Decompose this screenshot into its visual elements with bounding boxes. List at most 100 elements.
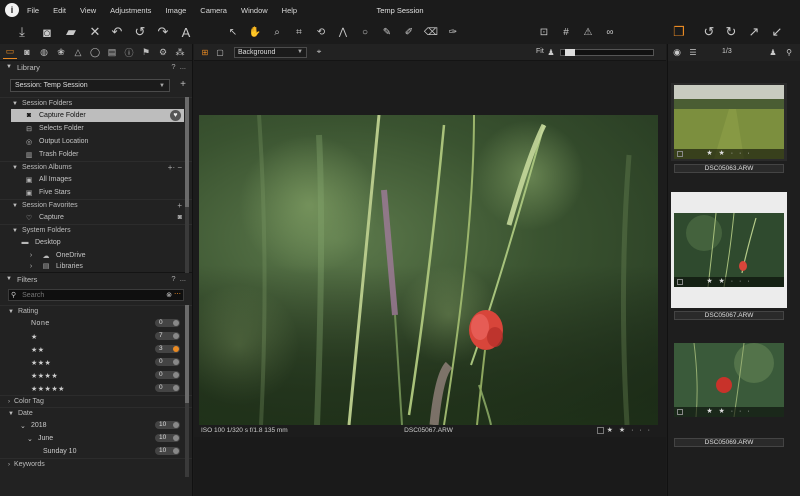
metadata-tab-icon[interactable]: ⓘ bbox=[122, 46, 136, 59]
onedrive-item[interactable]: › ☁ OneDrive bbox=[0, 249, 192, 262]
rotate-left-icon[interactable]: ↺ bbox=[700, 23, 718, 41]
filters-header-actions[interactable]: ? ... bbox=[171, 274, 186, 283]
menu-view[interactable]: View bbox=[80, 6, 96, 15]
help-button[interactable]: ? bbox=[171, 274, 175, 283]
menu-image[interactable]: Image bbox=[165, 6, 186, 15]
favorite-heart-icon[interactable]: ♥ bbox=[170, 110, 181, 121]
glasses-icon[interactable]: ∞ bbox=[601, 23, 619, 41]
gradient-icon[interactable]: ✑ bbox=[444, 23, 462, 41]
undo-icon[interactable]: ↶ bbox=[108, 23, 126, 41]
menu-edit[interactable]: Edit bbox=[53, 6, 66, 15]
eye-icon[interactable]: ◉ bbox=[672, 47, 682, 57]
album-actions[interactable]: +· − bbox=[168, 163, 182, 172]
adjustments-tab-icon[interactable]: ▤ bbox=[105, 46, 119, 59]
session-favorites-header[interactable]: ▼ Session Favorites + bbox=[0, 199, 192, 211]
library-scrollbar[interactable] bbox=[185, 97, 189, 273]
eraser-icon[interactable]: ⌫ bbox=[422, 23, 440, 41]
zoom-slider-knob[interactable] bbox=[565, 49, 575, 56]
viewer-photo[interactable] bbox=[199, 115, 658, 425]
stack-icon[interactable]: ❐ bbox=[670, 23, 688, 41]
details-tab-icon[interactable]: ◯ bbox=[88, 46, 102, 59]
expand-icon[interactable]: ↗ bbox=[745, 23, 763, 41]
add-session-icon[interactable]: + bbox=[180, 79, 186, 90]
crop-icon[interactable]: ⌗ bbox=[290, 23, 308, 41]
rating-row-3[interactable]: ★★★ 0 bbox=[0, 356, 192, 369]
rating-filter-header[interactable]: ▼ Rating bbox=[0, 305, 192, 317]
filters-scrollbar-thumb[interactable] bbox=[185, 305, 189, 403]
thumbnail-rating[interactable]: ★ ★ · · · bbox=[674, 149, 784, 159]
library-header[interactable]: ▼ Library ? ... bbox=[0, 61, 192, 73]
library-tab-icon[interactable]: ▭ bbox=[3, 46, 17, 59]
thumbnail-checkbox[interactable] bbox=[677, 409, 683, 415]
batch-tab-icon[interactable]: ⁂ bbox=[173, 46, 187, 59]
grid-overlay-icon[interactable]: ⊡ bbox=[535, 23, 553, 41]
thumbnail-checkbox[interactable] bbox=[677, 151, 683, 157]
output-location-item[interactable]: ◎ Output Location bbox=[0, 135, 192, 148]
rotate-back-icon[interactable]: ↺ bbox=[131, 23, 149, 41]
desktop-item[interactable]: ▬ Desktop bbox=[0, 236, 192, 249]
picker-icon[interactable]: ✐ bbox=[400, 23, 418, 41]
add-favorite-icon[interactable]: + bbox=[177, 201, 182, 210]
rating-count-toggle[interactable]: 0 bbox=[155, 319, 180, 327]
rating-row-1[interactable]: ★ 7 bbox=[0, 330, 192, 343]
all-images-item[interactable]: ▣ All Images bbox=[0, 173, 192, 186]
thumbnail-rating[interactable]: ★ ★ · · · bbox=[674, 277, 784, 287]
collapse-icon[interactable]: ↙ bbox=[768, 23, 786, 41]
zoom-slider[interactable] bbox=[560, 49, 654, 56]
filters-scrollbar[interactable] bbox=[185, 305, 189, 477]
background-select[interactable]: Background ▼ bbox=[234, 47, 307, 58]
date-row-day[interactable]: Sunday 10 10 bbox=[0, 445, 192, 458]
menu-camera[interactable]: Camera bbox=[200, 6, 227, 15]
rotate-right-icon[interactable]: ↻ bbox=[722, 23, 740, 41]
capture-favorite-item[interactable]: ♡ Capture ◙ bbox=[0, 211, 192, 224]
date-count-toggle[interactable]: 10 bbox=[155, 434, 180, 442]
single-view-icon[interactable]: ▢ bbox=[215, 47, 225, 57]
text-icon[interactable]: A bbox=[177, 23, 195, 41]
keystone-icon[interactable]: ⋀ bbox=[334, 23, 352, 41]
settings-tab-icon[interactable]: ⚙ bbox=[156, 46, 170, 59]
filter-search-input[interactable]: ⚲ Search ⊗ ⋯ bbox=[8, 289, 184, 301]
color-tab-icon[interactable]: ❀ bbox=[54, 46, 68, 59]
rating-row-4[interactable]: ★★★★ 0 bbox=[0, 369, 192, 382]
import-icon[interactable]: ⤓ bbox=[13, 23, 31, 41]
grid-icon[interactable]: # bbox=[557, 23, 575, 41]
libraries-item[interactable]: › ▤ Libraries bbox=[0, 262, 192, 271]
rating-count-toggle[interactable]: 0 bbox=[155, 371, 180, 379]
session-folders-header[interactable]: ▼ Session Folders bbox=[0, 97, 192, 109]
chevron-right-icon[interactable]: › bbox=[26, 252, 36, 259]
focus-mask-icon[interactable]: ⌖ bbox=[314, 47, 324, 57]
rating-count-toggle[interactable]: 3 bbox=[155, 345, 180, 353]
color-tag-checkbox[interactable] bbox=[597, 427, 604, 434]
cursor-icon[interactable]: ↖ bbox=[224, 23, 242, 41]
rating-row-none[interactable]: None 0 bbox=[0, 317, 192, 330]
color-tag-filter-header[interactable]: › Color Tag bbox=[0, 395, 192, 407]
image-viewer[interactable]: ISO 100 1/320 s f/1.8 135 mm DSC05067.AR… bbox=[194, 61, 666, 437]
circle-mask-icon[interactable]: ○ bbox=[356, 23, 374, 41]
more-button[interactable]: ... bbox=[180, 62, 186, 71]
pan-hand-icon[interactable]: ✋ bbox=[246, 23, 264, 41]
rating-count-toggle[interactable]: 0 bbox=[155, 358, 180, 366]
loupe-icon[interactable]: ⌕ bbox=[268, 23, 286, 41]
five-stars-item[interactable]: ▣ Five Stars bbox=[0, 186, 192, 199]
clear-search-icon[interactable]: ⊗ bbox=[166, 291, 172, 299]
filters-header[interactable]: ▼ Filters ? ... bbox=[0, 273, 192, 285]
date-row-month[interactable]: ⌄ June 10 bbox=[0, 432, 192, 445]
rating-count-toggle[interactable]: 7 bbox=[155, 332, 180, 340]
capture-tab-icon[interactable]: ◙ bbox=[20, 46, 34, 59]
warning-icon[interactable]: ⚠ bbox=[579, 23, 597, 41]
search-icon[interactable]: ⚲ bbox=[784, 47, 794, 57]
rating-count-toggle[interactable]: 0 bbox=[155, 384, 180, 392]
rating-row-5[interactable]: ★★★★★ 0 bbox=[0, 382, 192, 395]
library-scrollbar-thumb[interactable] bbox=[185, 97, 189, 207]
sort-icon[interactable]: ☰ bbox=[688, 47, 698, 57]
menu-help[interactable]: Help bbox=[282, 6, 297, 15]
menu-window[interactable]: Window bbox=[241, 6, 268, 15]
system-folders-header[interactable]: ▼ System Folders bbox=[0, 224, 192, 236]
capture-folder-item[interactable]: ◙ Capture Folder ♥ bbox=[11, 109, 184, 122]
date-count-toggle[interactable]: 10 bbox=[155, 421, 180, 429]
output-tab-icon[interactable]: ⚑ bbox=[139, 46, 153, 59]
chevron-right-icon[interactable]: › bbox=[26, 263, 36, 270]
delete-icon[interactable]: ✕ bbox=[86, 23, 104, 41]
more-button[interactable]: ... bbox=[180, 274, 186, 283]
keywords-filter-header[interactable]: › Keywords bbox=[0, 458, 192, 470]
